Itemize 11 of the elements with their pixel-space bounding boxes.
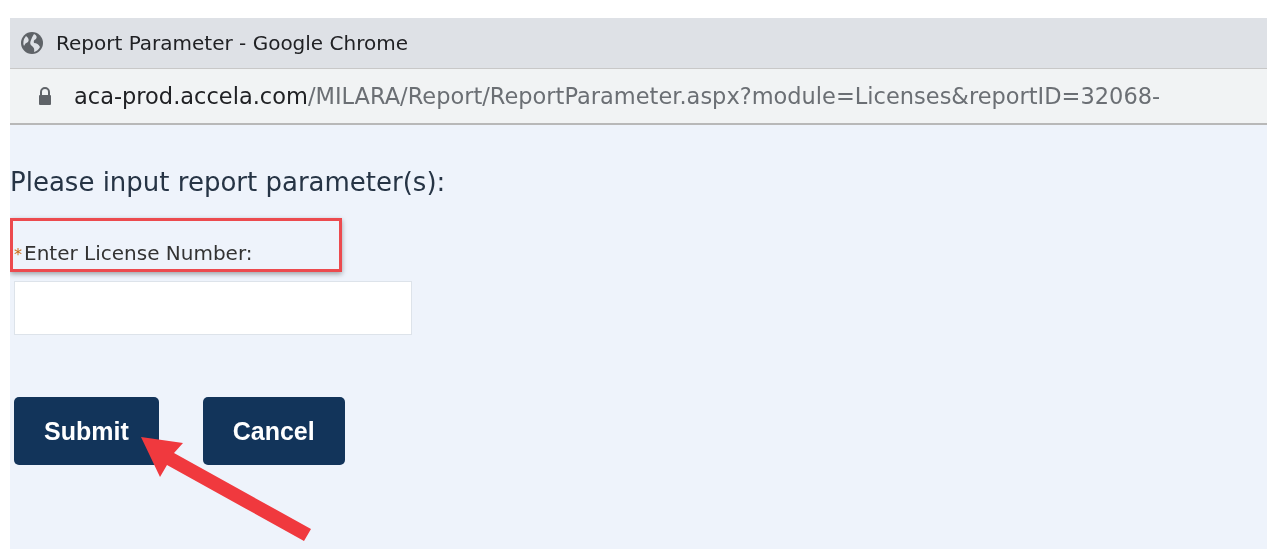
url-text: aca-prod.accela.com/MILARA/Report/ReportParameter.aspx?module=Licenses&reportID=32068- (74, 83, 1161, 109)
required-mark: * (14, 245, 22, 264)
page-heading: Please input report parameter(s): (10, 167, 446, 197)
globe-icon (20, 31, 44, 55)
window-title: Report Parameter - Google Chrome (56, 31, 408, 55)
form-button[interactable]: Cancel (202, 397, 345, 465)
field-label: Enter License Number: (24, 241, 253, 265)
address-bar[interactable]: aca-prod.accela.com/MILARA/Report/ReportParameter.aspx?module=Licenses&reportID=32068- (10, 68, 1267, 125)
license-number-field[interactable] (14, 281, 412, 335)
lock-icon (38, 87, 52, 105)
form-button[interactable]: Submit (14, 397, 159, 465)
